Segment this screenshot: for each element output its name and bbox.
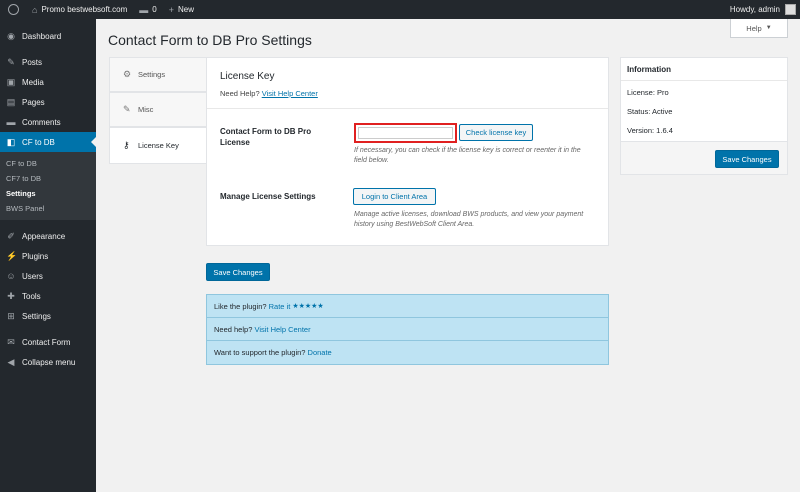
promo-help-center-link[interactable]: Visit Help Center — [254, 325, 310, 334]
info-save-changes-button[interactable]: Save Changes — [715, 150, 779, 168]
admin-sidebar: ◉ Dashboard ✎ Posts ▣ Media ▤ Pages ▬ Comment… — [0, 19, 96, 492]
home-icon: ⌂ — [32, 4, 38, 15]
license-key-field-highlight — [354, 123, 457, 143]
comments-link[interactable]: ▬ 0 — [133, 0, 162, 19]
submenu-cf7-to-db[interactable]: CF7 to DB — [0, 171, 96, 186]
sidebar-item-appearance[interactable]: ✐ Appearance — [0, 226, 96, 246]
info-title: Information — [621, 58, 787, 81]
page-title: Contact Form to DB Pro Settings — [108, 32, 312, 48]
cf-to-db-icon: ◧ — [6, 136, 16, 147]
info-status: Status: Active — [627, 107, 673, 116]
settings-icon: ⊞ — [7, 310, 15, 321]
mail-icon: ✉ — [7, 336, 15, 347]
new-content-link[interactable]: + New — [163, 0, 200, 19]
sidebar-item-posts[interactable]: ✎ Posts — [0, 52, 96, 72]
license-label: Contact Form to DB Pro License — [220, 127, 312, 147]
cf-to-db-submenu: CF to DB CF7 to DB Settings BWS Panel — [0, 152, 96, 220]
chevron-down-icon: ▼ — [765, 25, 772, 31]
information-box: Information License: Pro Status: Active … — [620, 57, 788, 175]
wrench-icon: ✎ — [123, 104, 131, 114]
submenu-cf-to-db[interactable]: CF to DB — [0, 156, 96, 171]
sidebar-item-plugins[interactable]: ⚡ Plugins — [0, 246, 96, 266]
sidebar-item-dashboard[interactable]: ◉ Dashboard — [0, 26, 96, 46]
info-footer: Save Changes — [621, 141, 787, 174]
promo-donate-row: Want to support the plugin? Donate — [214, 348, 332, 357]
sidebar-item-tools[interactable]: ✚ Tools — [0, 286, 96, 306]
plus-icon: + — [168, 4, 174, 15]
sidebar-item-settings[interactable]: ⊞ Settings — [0, 306, 96, 326]
license-key-input[interactable] — [358, 127, 453, 139]
sidebar-item-cf-to-db[interactable]: ◧ CF to DB — [0, 132, 96, 152]
need-help-text: Need Help? Visit Help Center — [220, 89, 318, 98]
submenu-bws-panel[interactable]: BWS Panel — [0, 201, 96, 216]
login-client-area-button[interactable]: Login to Client Area — [353, 188, 436, 205]
license-description: If necessary, you can check if the licen… — [354, 147, 581, 164]
sidebar-item-pages[interactable]: ▤ Pages — [0, 92, 96, 112]
promo-rate-row: Like the plugin? Rate it ★★★★★ — [207, 295, 608, 318]
plugin-icon: ⚡ — [6, 250, 18, 261]
license-key-panel: License Key Need Help? Visit Help Center… — [206, 57, 609, 246]
promo-help-row: Need help? Visit Help Center — [207, 318, 608, 341]
save-changes-button[interactable]: Save Changes — [206, 263, 270, 281]
tab-settings[interactable]: ⚙ Settings — [109, 57, 207, 92]
my-account[interactable]: Howdy, admin — [724, 0, 800, 19]
manage-description: Manage active licenses, download BWS pro… — [354, 211, 584, 228]
rating-stars-icon[interactable]: ★★★★★ — [292, 302, 323, 310]
sidebar-item-contact-form[interactable]: ✉ Contact Form — [0, 332, 96, 352]
media-icon: ▣ — [6, 76, 16, 87]
tab-license-key[interactable]: ⚷ License Key — [109, 127, 207, 164]
brush-icon: ✐ — [7, 230, 15, 241]
pages-icon: ▤ — [6, 96, 16, 107]
collapse-icon: ◀ — [7, 356, 15, 367]
help-tab-button[interactable]: Help ▼ — [730, 19, 788, 38]
rate-it-link[interactable]: Rate it — [269, 302, 291, 311]
comment-icon: ▬ — [6, 117, 16, 127]
tab-misc[interactable]: ✎ Misc — [109, 92, 207, 127]
users-icon: ☺ — [6, 271, 16, 281]
key-icon: ⚷ — [123, 140, 130, 150]
collapse-menu-button[interactable]: ◀ Collapse menu — [0, 352, 96, 372]
main-content: Help ▼ Contact Form to DB Pro Settings ⚙… — [96, 19, 800, 492]
admin-bar: ⌂ Promo bestwebsoft.com ▬ 0 + New Howdy,… — [0, 0, 800, 19]
visit-help-center-link[interactable]: Visit Help Center — [262, 89, 318, 98]
submenu-settings[interactable]: Settings — [0, 186, 96, 201]
settings-tabs: ⚙ Settings ✎ Misc ⚷ License Key — [109, 57, 207, 164]
sidebar-item-users[interactable]: ☺ Users — [0, 266, 96, 286]
comment-icon: ▬ — [139, 4, 149, 15]
sidebar-item-media[interactable]: ▣ Media — [0, 72, 96, 92]
info-license: License: Pro — [627, 88, 669, 97]
promo-box: Like the plugin? Rate it ★★★★★ Need help… — [206, 294, 609, 365]
manage-license-label: Manage License Settings — [220, 192, 316, 201]
wordpress-logo-icon[interactable] — [0, 0, 26, 19]
info-version: Version: 1.6.4 — [627, 126, 673, 135]
site-name-link[interactable]: ⌂ Promo bestwebsoft.com — [26, 0, 133, 19]
divider — [207, 108, 608, 109]
wrench-icon: ✚ — [7, 290, 15, 301]
dashboard-icon: ◉ — [7, 30, 15, 41]
avatar — [785, 4, 796, 15]
sidebar-item-comments[interactable]: ▬ Comments — [0, 112, 96, 132]
panel-heading: License Key — [220, 71, 275, 82]
gear-icon: ⚙ — [123, 69, 132, 79]
donate-link[interactable]: Donate — [308, 348, 332, 357]
check-license-key-button[interactable]: Check license key — [459, 124, 533, 141]
pin-icon: ✎ — [7, 56, 15, 67]
